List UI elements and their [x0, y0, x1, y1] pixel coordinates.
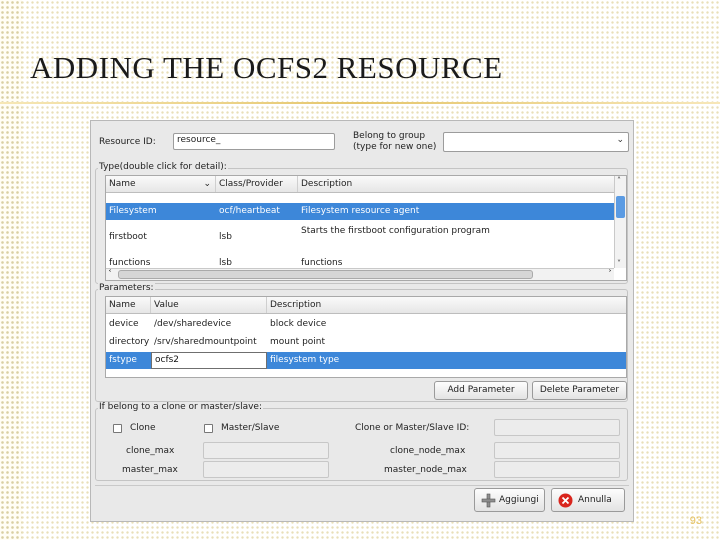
table-row-selected[interactable]: fstype ocfs2 filesystem type [106, 352, 626, 369]
param-value-editor[interactable]: ocfs2 [151, 352, 267, 369]
param-description: block device [270, 319, 327, 329]
type-table-hscroll[interactable]: ˂ ˃ [106, 268, 614, 280]
sort-chevron-icon: ⌄ [203, 179, 211, 189]
delete-parameter-button[interactable]: Delete Parameter [532, 381, 627, 400]
table-row[interactable]: device /dev/sharedevice block device [106, 316, 626, 333]
parameters-group: Parameters: Name Value Description devic… [95, 283, 628, 402]
belong-group-label: Belong to group (type for new one) [353, 131, 436, 153]
parameters-table-header: Name Value Description [106, 297, 626, 314]
type-group-title: Type(double click for detail): [98, 162, 228, 172]
row-name [106, 192, 219, 202]
type-table-vscroll[interactable]: ˄ ˅ [614, 176, 626, 268]
scroll-up-icon[interactable]: ˄ [617, 176, 621, 185]
master-slave-label: Master/Slave [221, 423, 280, 433]
row-name: Filesystem [109, 206, 157, 216]
clone-id-label: Clone or Master/Slave ID: [355, 423, 470, 433]
param-value[interactable]: /dev/sharedevice [151, 316, 270, 333]
param-name: directory [109, 337, 150, 347]
type-group: Type(double click for detail): Name ⌄ Cl… [95, 162, 628, 284]
master-node-max-label: master_node_max [384, 465, 467, 475]
title-divider [0, 102, 720, 104]
type-table: Name ⌄ Class/Provider Description Filesy… [105, 175, 627, 281]
clone-node-max-label: clone_node_max [390, 446, 466, 456]
master-node-max-input[interactable] [494, 461, 620, 478]
belong-group-label-line2: (type for new one) [353, 142, 437, 152]
master-slave-checkbox[interactable] [204, 424, 213, 433]
page-number: 93 [689, 515, 702, 527]
slide-edge-decoration [0, 0, 22, 540]
type-col-name-label: Name [109, 179, 136, 189]
type-col-provider[interactable]: Class/Provider [216, 176, 298, 192]
scroll-left-icon[interactable]: ˂ [108, 269, 112, 278]
clone-max-input[interactable] [203, 442, 329, 459]
param-description: filesystem type [270, 355, 340, 365]
master-max-label: master_max [122, 465, 178, 475]
cancel-circle-icon [558, 493, 573, 508]
row-description: Filesystem resource agent [301, 206, 420, 216]
row-provider: ocf/heartbeat [219, 206, 280, 216]
table-row-selected[interactable]: Filesystem ocf/heartbeat Filesystem reso… [106, 203, 614, 220]
param-value[interactable]: /srv/sharedmountpoint [151, 334, 270, 351]
resource-id-input[interactable]: resource_ [173, 133, 335, 150]
clone-max-label: clone_max [126, 446, 175, 456]
type-col-description[interactable]: Description [298, 176, 616, 192]
param-col-description[interactable]: Description [267, 297, 626, 313]
param-col-value[interactable]: Value [151, 297, 267, 313]
scroll-right-icon[interactable]: ˃ [608, 269, 612, 278]
table-row[interactable]: directory /srv/sharedmountpoint mount po… [106, 334, 626, 351]
row-provider: lsb [219, 232, 232, 242]
param-col-name[interactable]: Name [106, 297, 151, 313]
clone-group: If belong to a clone or master/slave: Cl… [95, 402, 628, 481]
cancel-button[interactable]: Annulla [551, 488, 625, 512]
master-max-input[interactable] [203, 461, 329, 478]
belong-group-label-line1: Belong to group [353, 131, 426, 141]
param-description: mount point [270, 337, 326, 347]
resource-id-label: Resource ID: [99, 137, 156, 147]
param-name: device [109, 319, 139, 329]
table-row[interactable] [106, 192, 614, 202]
row-description: Starts the firstboot configuration progr… [301, 226, 490, 236]
clone-id-input[interactable] [494, 419, 620, 436]
parameters-group-title: Parameters: [98, 283, 155, 293]
hscroll-thumb[interactable] [118, 270, 533, 279]
clone-label: Clone [130, 423, 156, 433]
table-row[interactable]: firstboot lsb Starts the firstboot confi… [106, 226, 614, 246]
cancel-button-label: Annulla [578, 495, 612, 505]
belong-group-combo[interactable]: ⌄ [443, 132, 629, 152]
parameters-table: Name Value Description device /dev/share… [105, 296, 627, 378]
clone-node-max-input[interactable] [494, 442, 620, 459]
slide-title: ADDING THE OCFS2 RESOURCE [30, 50, 503, 85]
clone-group-title: If belong to a clone or master/slave: [98, 402, 263, 412]
plus-icon [481, 493, 496, 508]
add-parameter-button[interactable]: Add Parameter [434, 381, 528, 400]
add-button-label: Aggiungi [499, 495, 539, 505]
chevron-down-icon: ⌄ [616, 135, 624, 145]
row-name: firstboot [109, 232, 147, 242]
clone-checkbox[interactable] [113, 424, 122, 433]
add-resource-dialog: Resource ID: resource_ Belong to group (… [90, 120, 634, 522]
param-name: fstype [109, 355, 137, 365]
footer-divider [95, 485, 629, 486]
vscroll-thumb[interactable] [616, 196, 625, 218]
type-col-name[interactable]: Name ⌄ [106, 176, 216, 192]
add-button[interactable]: Aggiungi [474, 488, 545, 512]
scroll-down-icon[interactable]: ˅ [617, 259, 621, 268]
type-table-header: Name ⌄ Class/Provider Description [106, 176, 614, 193]
